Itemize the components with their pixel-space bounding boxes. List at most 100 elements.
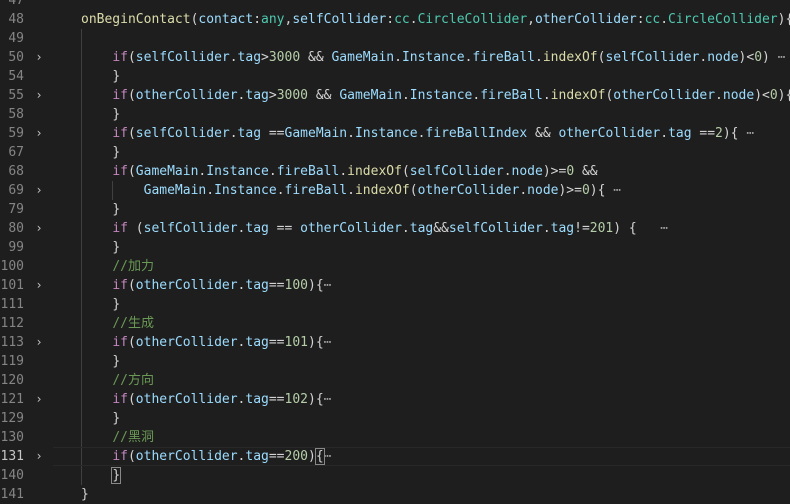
code-line[interactable]: 141} bbox=[0, 485, 790, 504]
code-line[interactable]: 113 › if(otherCollider.tag==101){⋯ bbox=[0, 333, 790, 352]
code-line[interactable]: 121 › if(otherCollider.tag==102){⋯ bbox=[0, 390, 790, 409]
code-line[interactable]: 50 › if(selfCollider.tag>3000 && GameMain… bbox=[0, 48, 790, 67]
line-number: 141 bbox=[0, 487, 24, 502]
fold-chevron-icon[interactable]: › bbox=[33, 181, 45, 200]
code-token: . bbox=[519, 183, 528, 198]
fold-chevron-icon[interactable]: › bbox=[33, 447, 45, 466]
code-line[interactable]: 55 › if(otherCollider.tag>3000 && GameMai… bbox=[0, 86, 790, 105]
code-line[interactable]: 140 } bbox=[0, 466, 790, 485]
code-token: 200 bbox=[284, 449, 308, 464]
code-token: tag bbox=[245, 278, 269, 293]
code-editor[interactable]: 47 48 onBeginContact(contact:any,selfColli… bbox=[0, 0, 790, 504]
code-token: 102 bbox=[284, 392, 308, 407]
line-number: 120 bbox=[0, 373, 24, 388]
code-line[interactable]: 69 › GameMain.Instance.fireBall.indexOf(o… bbox=[0, 181, 790, 200]
folded-ellipsis[interactable]: ⋯ bbox=[637, 221, 668, 236]
code-token: } bbox=[112, 107, 121, 122]
code-token: . bbox=[660, 12, 669, 27]
code-token: CircleCollider bbox=[668, 12, 778, 27]
code-token: tag bbox=[245, 449, 269, 464]
line-number: 79 bbox=[8, 202, 24, 217]
folded-ellipsis[interactable]: ⋯ bbox=[324, 278, 332, 293]
code-token: otherCollider bbox=[135, 335, 238, 350]
code-line[interactable]: 47 bbox=[0, 0, 790, 10]
code-token: 0 bbox=[566, 164, 575, 179]
fold-chevron-icon[interactable]: › bbox=[33, 276, 45, 295]
code-token: otherCollider bbox=[417, 183, 520, 198]
code-line[interactable]: 67 } bbox=[0, 143, 790, 162]
code-token: ( bbox=[127, 126, 136, 141]
code-token: . bbox=[268, 164, 277, 179]
code-token: ( bbox=[409, 183, 418, 198]
code-line[interactable]: 100 //加力 bbox=[0, 257, 790, 276]
code-token: if bbox=[112, 392, 128, 407]
code-token: ){ bbox=[777, 88, 790, 103]
code-token: . bbox=[542, 88, 551, 103]
fold-chevron-icon[interactable]: › bbox=[33, 86, 45, 105]
code-token: Instance bbox=[214, 183, 277, 198]
code-line[interactable]: 101 › if(otherCollider.tag==100){⋯ bbox=[0, 276, 790, 295]
code-token: } bbox=[112, 354, 121, 369]
fold-chevron-icon[interactable]: › bbox=[33, 48, 45, 67]
code-token: 3000 bbox=[268, 50, 301, 65]
code-line[interactable]: 79 } bbox=[0, 200, 790, 219]
code-text: if(otherCollider.tag>3000 && GameMain.In… bbox=[81, 86, 790, 105]
code-line[interactable]: 111 } bbox=[0, 295, 790, 314]
code-line[interactable]: 129 } bbox=[0, 409, 790, 428]
code-text: GameMain.Instance.fireBall.indexOf(other… bbox=[81, 181, 622, 200]
code-line[interactable]: 48 onBeginContact(contact:any,selfCollide… bbox=[0, 10, 790, 29]
fold-chevron-icon[interactable]: › bbox=[33, 390, 45, 409]
code-token: } bbox=[112, 297, 121, 312]
code-token: ){ bbox=[308, 278, 324, 293]
folded-ellipsis[interactable]: ⋯ bbox=[324, 335, 332, 350]
code-line[interactable]: 59 › if(selfCollider.tag ==GameMain.Insta… bbox=[0, 124, 790, 143]
code-line[interactable]: 80 › if (selfCollider.tag == otherCollide… bbox=[0, 219, 790, 238]
code-text: if (selfCollider.tag == otherCollider.ta… bbox=[81, 219, 668, 238]
fold-chevron-icon[interactable]: › bbox=[33, 333, 45, 352]
folded-ellipsis[interactable]: ⋯ bbox=[739, 126, 754, 141]
code-token: == bbox=[268, 278, 285, 293]
code-line[interactable]: 58 } bbox=[0, 105, 790, 124]
fold-chevron-icon[interactable]: › bbox=[33, 219, 45, 238]
code-token: > bbox=[268, 88, 277, 103]
code-line[interactable]: 120 //方向 bbox=[0, 371, 790, 390]
code-token: 100 bbox=[284, 278, 308, 293]
code-token: ( bbox=[127, 392, 136, 407]
code-token: indexOf bbox=[354, 183, 410, 198]
folded-ellipsis[interactable]: ⋯ bbox=[605, 183, 621, 198]
code-line[interactable]: 119 } bbox=[0, 352, 790, 371]
code-line[interactable]: 112 //生成 bbox=[0, 314, 790, 333]
code-token: indexOf bbox=[542, 50, 598, 65]
code-token: CircleCollider bbox=[417, 12, 528, 27]
code-token: . bbox=[229, 126, 238, 141]
code-line[interactable]: 54 } bbox=[0, 67, 790, 86]
code-token: . bbox=[542, 221, 551, 236]
code-line[interactable]: 68 if(GameMain.Instance.fireBall.indexOf… bbox=[0, 162, 790, 181]
code-token: ){ bbox=[308, 392, 324, 407]
fold-chevron-icon[interactable]: › bbox=[33, 124, 45, 143]
code-token: 101 bbox=[284, 335, 308, 350]
code-token: contact bbox=[198, 12, 254, 27]
line-number: 69 bbox=[8, 183, 24, 198]
code-text: //方向 bbox=[81, 371, 154, 390]
folded-ellipsis[interactable]: ⋯ bbox=[324, 449, 332, 464]
code-line[interactable]: 49 bbox=[0, 29, 790, 48]
code-token: otherCollider bbox=[135, 449, 238, 464]
code-token: 0 bbox=[581, 183, 590, 198]
code-line[interactable]: 130 //黑洞 bbox=[0, 428, 790, 447]
folded-ellipsis[interactable]: ⋯ bbox=[324, 392, 332, 407]
code-token: fireBall bbox=[480, 88, 543, 103]
code-token: if bbox=[112, 335, 128, 350]
code-token: > bbox=[261, 50, 269, 65]
code-token: . bbox=[535, 50, 543, 65]
code-token: Instance bbox=[206, 164, 269, 179]
code-token: otherCollider bbox=[135, 278, 238, 293]
code-token: } bbox=[112, 411, 121, 426]
code-line[interactable]: 131 › if(otherCollider.tag==200){⋯ bbox=[0, 447, 790, 466]
code-text: } bbox=[81, 67, 120, 86]
code-token: == bbox=[261, 126, 285, 141]
code-token: indexOf bbox=[347, 164, 402, 179]
folded-ellipsis[interactable]: ⋯ bbox=[770, 50, 786, 65]
code-token: selfCollider bbox=[135, 50, 230, 65]
code-line[interactable]: 99 } bbox=[0, 238, 790, 257]
